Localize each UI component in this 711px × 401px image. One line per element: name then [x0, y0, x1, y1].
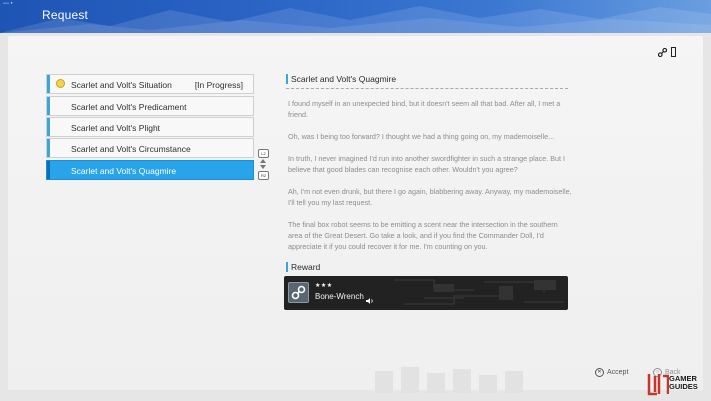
rarity-stars: ★★★ — [315, 283, 333, 289]
detail-paragraph: Ah, I'm not even drunk, but there I go a… — [288, 187, 572, 207]
detail-title: Scarlet and Volt's Quagmire — [286, 72, 568, 89]
quest-item-predicament[interactable]: Scarlet and Volt's Predicament — [46, 96, 254, 116]
accept-action[interactable]: ✕ Accept — [595, 368, 628, 377]
l2-button[interactable]: L2 — [258, 149, 269, 158]
detail-paragraph: The final box robot seems to be emitting… — [288, 220, 558, 251]
header-bar: •••••• ▼ Request — [0, 0, 711, 33]
quest-label: Scarlet and Volt's Plight — [71, 123, 161, 133]
title-accent — [286, 74, 288, 84]
in-progress-icon — [56, 79, 65, 88]
top-right-icons — [657, 44, 676, 62]
sound-icon — [366, 292, 374, 310]
detail-paragraph: Oh, was I being too forward? I thought w… — [288, 132, 555, 141]
quest-item-circumstance[interactable]: Scarlet and Volt's Circumstance — [46, 138, 254, 158]
detail-title-text: Scarlet and Volt's Quagmire — [291, 74, 397, 84]
quest-item-situation[interactable]: Scarlet and Volt's Situation [In Progres… — [46, 74, 254, 94]
quest-accent — [47, 139, 50, 157]
watermark-line2: GUIDES — [669, 382, 698, 391]
list-scroll-controls: L2 R2 — [258, 149, 269, 180]
reward-accent — [286, 262, 288, 272]
reward-item-name: Bone-Wrench — [315, 292, 364, 301]
background-lettering — [375, 363, 595, 401]
quest-item-plight[interactable]: Scarlet and Volt's Plight — [46, 117, 254, 137]
gamer-guides-watermark: GAMER GUIDES — [645, 372, 711, 398]
quest-status: [In Progress] — [194, 80, 243, 90]
accept-label: Accept — [607, 369, 629, 376]
detail-paragraph: In truth, I never imagined I'd run into … — [288, 154, 566, 174]
quest-accent — [47, 97, 50, 115]
header-tiny-label: •••••• ▼ — [3, 1, 14, 5]
quest-label: Scarlet and Volt's Circumstance — [71, 144, 191, 154]
reward-card[interactable]: ★★★ Bone-Wrench — [284, 276, 568, 310]
quest-accent — [47, 161, 50, 179]
gamer-guides-logo — [647, 374, 669, 396]
quest-accent — [47, 75, 50, 93]
wrench-icon — [288, 282, 309, 303]
watermark-text: GAMER GUIDES — [669, 375, 698, 391]
wrench-icon — [657, 44, 668, 62]
quest-label: Scarlet and Volt's Situation — [71, 80, 172, 90]
r2-button[interactable]: R2 — [258, 171, 269, 180]
scroll-arrows-icon — [260, 159, 266, 171]
reward-heading-text: Reward — [291, 262, 321, 272]
battery-icon — [671, 44, 676, 62]
quest-label: Scarlet and Volt's Predicament — [71, 102, 187, 112]
mountain-backdrop — [0, 6, 711, 33]
quest-accent — [47, 118, 50, 136]
cross-button-icon: ✕ — [595, 368, 604, 377]
detail-paragraph: I found myself in an unexpected bind, bu… — [288, 99, 561, 119]
page-title: Request — [42, 8, 89, 22]
quest-label: Scarlet and Volt's Quagmire — [71, 166, 177, 176]
quest-item-quagmire[interactable]: Scarlet and Volt's Quagmire — [46, 160, 254, 180]
